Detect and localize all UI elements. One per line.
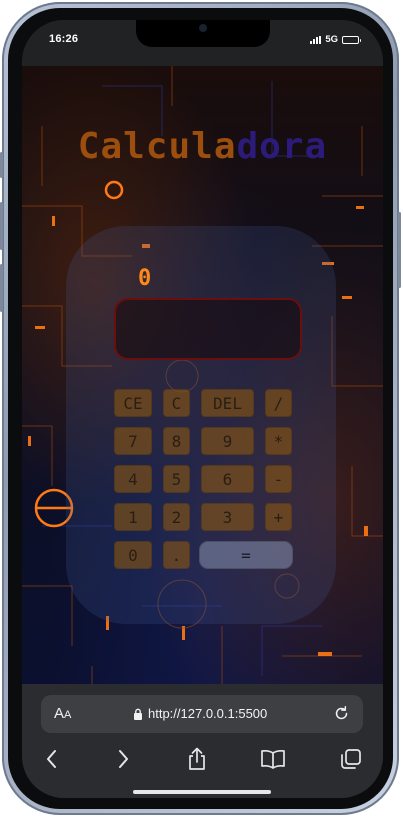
text-size-big: A [54, 705, 65, 722]
bookmarks-button[interactable] [260, 746, 286, 772]
back-button[interactable] [39, 746, 65, 772]
zero-button[interactable]: 0 [114, 541, 152, 569]
browser-chrome: AA http://127.0.0.1:5500 [22, 684, 383, 798]
one-button[interactable]: 1 [114, 503, 152, 531]
seven-button[interactable]: 7 [114, 427, 152, 455]
battery-icon [342, 35, 361, 44]
tabs-icon [341, 749, 361, 769]
network-label: 5G [325, 34, 338, 45]
screen: 16:26 5G Calculadora 0 CE C DEL / 7 8 9 … [22, 20, 383, 798]
five-button[interactable]: 5 [163, 465, 190, 493]
equals-button[interactable]: = [199, 541, 293, 569]
volume-down-button [0, 264, 3, 312]
status-time: 16:26 [49, 33, 79, 45]
home-indicator[interactable] [133, 790, 271, 794]
divide-button[interactable]: / [265, 389, 292, 417]
clear-button[interactable]: C [163, 389, 190, 417]
four-button[interactable]: 4 [114, 465, 152, 493]
three-button[interactable]: 3 [201, 503, 254, 531]
share-button[interactable] [184, 746, 210, 772]
delete-button[interactable]: DEL [201, 389, 254, 417]
minus-button[interactable]: - [265, 465, 292, 493]
browser-toolbar [22, 742, 383, 776]
title-part-dora: dora [236, 126, 328, 167]
url-display[interactable]: http://127.0.0.1:5500 [133, 706, 267, 721]
page-title: Calculadora [22, 126, 383, 167]
share-icon [189, 747, 205, 770]
lock-icon [134, 708, 142, 720]
back-icon [47, 750, 56, 768]
power-button [398, 212, 401, 288]
forward-button[interactable] [110, 746, 136, 772]
plus-button[interactable]: + [265, 503, 292, 531]
multiply-button[interactable]: * [265, 427, 292, 455]
web-page: Calculadora 0 CE C DEL / 7 8 9 * 4 5 6 -… [22, 66, 383, 684]
display-value: 0 [138, 266, 152, 291]
calculator-display [114, 298, 302, 360]
decimal-button[interactable]: . [163, 541, 190, 569]
bookmarks-icon [261, 749, 285, 769]
six-button[interactable]: 6 [201, 465, 254, 493]
signal-icon [310, 35, 322, 44]
two-button[interactable]: 2 [163, 503, 190, 531]
reload-icon[interactable] [333, 705, 350, 722]
title-part-calcula: Calcula [77, 126, 237, 167]
address-bar[interactable]: AA http://127.0.0.1:5500 [41, 695, 363, 733]
nine-button[interactable]: 9 [201, 427, 254, 455]
forward-icon [119, 750, 128, 768]
text-size-small: A [64, 709, 72, 721]
action-button [0, 152, 3, 178]
clear-entry-button[interactable]: CE [114, 389, 152, 417]
status-indicators: 5G [310, 34, 361, 45]
status-bar: 16:26 5G [22, 20, 383, 66]
url-text: http://127.0.0.1:5500 [148, 706, 268, 721]
tabs-button[interactable] [338, 746, 364, 772]
text-size-icon[interactable]: AA [54, 705, 71, 722]
eight-button[interactable]: 8 [163, 427, 190, 455]
dynamic-island [136, 20, 270, 47]
camera-icon [199, 24, 207, 32]
volume-up-button [0, 202, 3, 250]
